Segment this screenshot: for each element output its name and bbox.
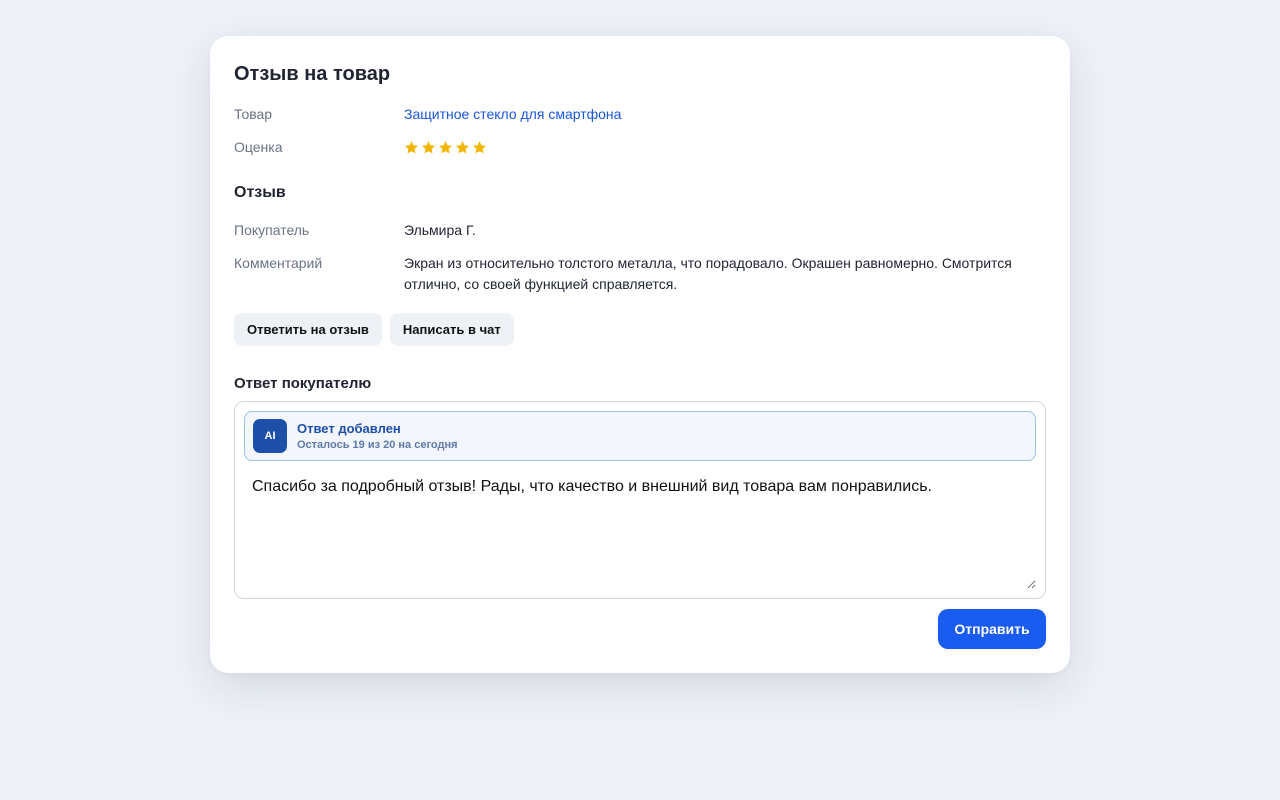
buyer-row: Покупатель Эльмира Г. [234, 220, 1046, 241]
rating-value [404, 137, 1046, 158]
product-link[interactable]: Защитное стекло для смартфона [404, 104, 1046, 125]
reply-textarea[interactable]: Спасибо за подробный отзыв! Рады, что ка… [244, 470, 1036, 589]
rating-row: Оценка [234, 137, 1046, 158]
product-row: Товар Защитное стекло для смартфона [234, 104, 1046, 125]
rating-label: Оценка [234, 139, 283, 155]
buyer-name: Эльмира Г. [404, 222, 476, 238]
page-title: Отзыв на товар [234, 63, 391, 85]
rating-stars [404, 137, 1046, 158]
reply-section-title: Ответ покупателю [234, 375, 372, 392]
reply-to-review-button[interactable]: Ответить на отзыв [234, 313, 382, 346]
write-to-chat-button[interactable]: Написать в чат [389, 313, 514, 346]
star-icon [421, 140, 436, 155]
star-icon [404, 140, 419, 155]
star-icon [455, 140, 470, 155]
review-card: Отзыв на товар Товар Защитное стекло для… [210, 36, 1070, 673]
star-icon [438, 140, 453, 155]
comment-row: Комментарий Экран из относительно толсто… [234, 253, 1046, 295]
ai-quota-text: Осталось 19 из 20 на сегодня [297, 438, 458, 451]
ai-status-title: Ответ добавлен [297, 420, 401, 436]
comment-label: Комментарий [234, 255, 323, 271]
send-button[interactable]: Отправить [938, 609, 1046, 649]
ai-status-text: Ответ добавлен Осталось 19 из 20 на сего… [297, 420, 458, 453]
buyer-label: Покупатель [234, 222, 310, 238]
ai-badge-icon: AI [253, 419, 287, 453]
star-icon [472, 140, 487, 155]
review-actions: Ответить на отзыв Написать в чат [234, 313, 514, 346]
ai-status-banner: AI Ответ добавлен Осталось 19 из 20 на с… [244, 411, 1036, 461]
product-label: Товар [234, 106, 273, 122]
reply-box: AI Ответ добавлен Осталось 19 из 20 на с… [234, 401, 1046, 599]
comment-text: Экран из относительно толстого металла, … [404, 255, 1012, 292]
review-section-title: Отзыв [234, 184, 286, 201]
